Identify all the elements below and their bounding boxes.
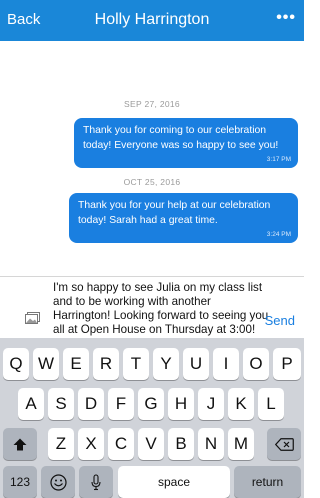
key-u[interactable]: U [183, 348, 209, 380]
key-o[interactable]: O [243, 348, 269, 380]
message-time: 3:17 PM [266, 156, 291, 163]
message-thread[interactable]: SEP 27, 2016 Thank you for coming to our… [0, 41, 304, 276]
key-y[interactable]: Y [153, 348, 179, 380]
emoji-icon [49, 473, 67, 491]
space-key[interactable]: space [118, 466, 230, 498]
message-bubble[interactable]: Thank you for coming to our celebration … [74, 118, 298, 168]
return-key[interactable]: return [234, 466, 301, 498]
numbers-key[interactable]: 123 [3, 466, 37, 498]
key-c[interactable]: C [108, 428, 134, 460]
key-n[interactable]: N [198, 428, 224, 460]
key-z[interactable]: Z [48, 428, 74, 460]
key-e[interactable]: E [63, 348, 89, 380]
message-bubble[interactable]: Thank you for your help at our celebrati… [69, 193, 298, 243]
nav-bar: Back Holly Harrington ••• [0, 0, 304, 41]
message-time: 3:24 PM [266, 231, 291, 238]
key-w[interactable]: W [33, 348, 59, 380]
key-q[interactable]: Q [3, 348, 29, 380]
key-m[interactable]: M [228, 428, 254, 460]
conversation-title: Holly Harrington [94, 11, 210, 28]
key-v[interactable]: V [138, 428, 164, 460]
delete-icon [274, 437, 294, 451]
key-r[interactable]: R [93, 348, 119, 380]
send-button[interactable]: Send [265, 313, 295, 328]
dictation-key[interactable] [79, 466, 113, 498]
shift-key[interactable] [3, 428, 37, 460]
key-f[interactable]: F [108, 388, 134, 420]
compose-bar: I'm so happy to see Julia on my class li… [0, 276, 304, 338]
key-d[interactable]: D [78, 388, 104, 420]
key-p[interactable]: P [273, 348, 301, 380]
photo-gallery-icon[interactable] [25, 312, 40, 324]
date-separator: OCT 25, 2016 [123, 177, 181, 187]
date-separator: SEP 27, 2016 [124, 99, 180, 109]
microphone-icon [91, 473, 101, 490]
keyboard: Q W E R T Y U I O P A S D F G H J K L Z … [0, 338, 304, 498]
key-t[interactable]: T [123, 348, 149, 380]
key-l[interactable]: L [258, 388, 284, 420]
more-options-icon[interactable]: ••• [276, 10, 296, 26]
message-input[interactable]: I'm so happy to see Julia on my class li… [53, 281, 271, 337]
key-a[interactable]: A [18, 388, 44, 420]
delete-key[interactable] [267, 428, 301, 460]
shift-icon [13, 438, 27, 450]
emoji-key[interactable] [41, 466, 75, 498]
key-i[interactable]: I [213, 348, 239, 380]
key-j[interactable]: J [198, 388, 224, 420]
key-g[interactable]: G [138, 388, 164, 420]
key-x[interactable]: X [78, 428, 104, 460]
key-s[interactable]: S [48, 388, 74, 420]
message-text: Thank you for coming to our celebration … [83, 125, 279, 151]
key-k[interactable]: K [228, 388, 254, 420]
message-text: Thank you for your help at our celebrati… [78, 200, 271, 226]
key-h[interactable]: H [168, 388, 194, 420]
key-b[interactable]: B [168, 428, 194, 460]
